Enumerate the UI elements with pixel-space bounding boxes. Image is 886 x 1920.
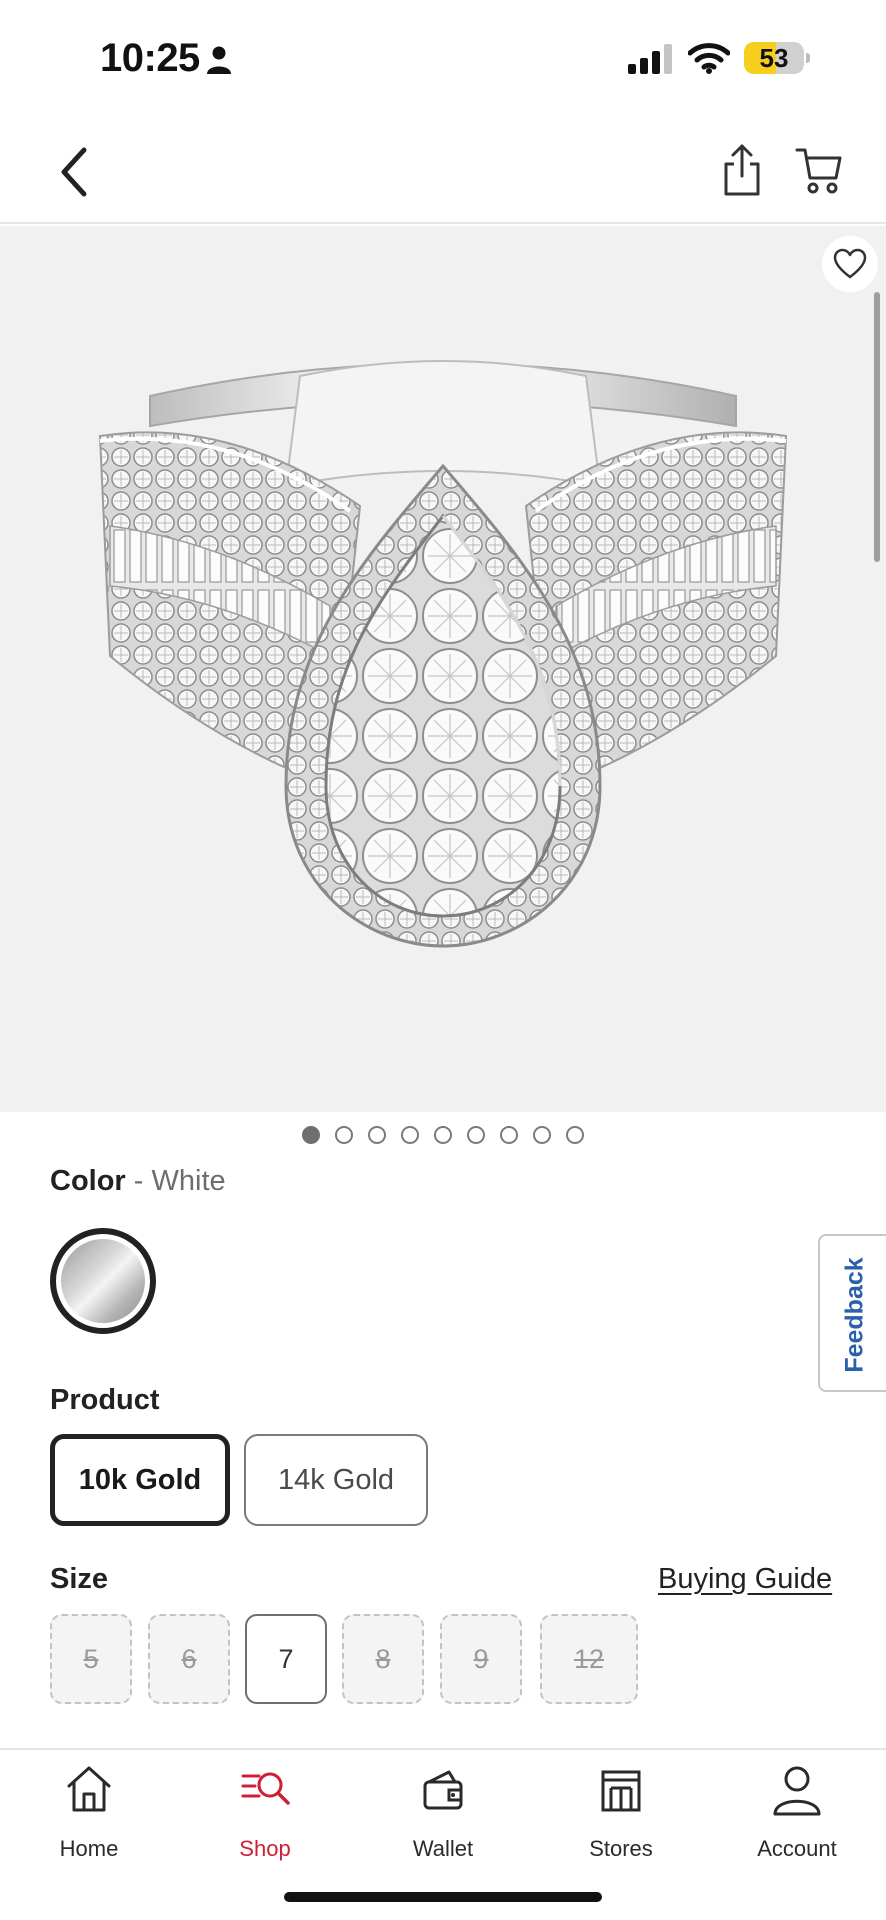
tab-wallet-label: Wallet — [412, 1836, 474, 1861]
wifi-icon — [688, 43, 730, 74]
tab-account[interactable]: Account — [732, 1764, 862, 1874]
tab-wallet[interactable]: Wallet — [378, 1764, 508, 1874]
account-icon — [773, 1766, 821, 1816]
tab-home-label: Home — [59, 1836, 119, 1861]
status-time: 10:25 — [100, 36, 200, 80]
gallery-dot[interactable] — [302, 1126, 320, 1144]
gallery-dot[interactable] — [368, 1126, 386, 1144]
product-image-gallery[interactable] — [0, 226, 886, 1112]
color-separator: - — [125, 1165, 152, 1197]
battery-cap — [806, 53, 810, 63]
nav-header — [0, 120, 886, 224]
size-option-9[interactable]: 9 — [440, 1614, 522, 1704]
feedback-label: Feedback — [840, 1257, 869, 1373]
size-option-6[interactable]: 6 — [148, 1614, 230, 1704]
store-icon — [601, 1770, 641, 1812]
share-button[interactable] — [720, 142, 764, 198]
gallery-dot[interactable] — [434, 1126, 452, 1144]
heart-outline-icon — [833, 248, 867, 279]
gallery-dot[interactable] — [401, 1126, 419, 1144]
buying-guide-link[interactable]: Buying Guide — [658, 1563, 832, 1596]
size-option-8[interactable]: 8 — [342, 1614, 424, 1704]
color-swatch-white[interactable] — [50, 1228, 156, 1334]
wishlist-button[interactable] — [822, 236, 878, 292]
size-option-7[interactable]: 7 — [245, 1614, 327, 1704]
cart-button[interactable] — [794, 144, 844, 196]
product-option-10k-gold[interactable]: 10k Gold — [50, 1434, 230, 1526]
color-label-title: Color — [50, 1165, 126, 1197]
ring-product-image — [98, 360, 788, 948]
gallery-dot[interactable] — [500, 1126, 518, 1144]
gallery-dot[interactable] — [566, 1126, 584, 1144]
tab-shop[interactable]: Shop — [200, 1764, 330, 1874]
size-option-5[interactable]: 5 — [50, 1614, 132, 1704]
share-icon — [724, 144, 760, 196]
home-indicator — [284, 1892, 602, 1902]
tab-home[interactable]: Home — [24, 1764, 154, 1874]
color-label: Color - White — [50, 1165, 226, 1198]
size-option-12[interactable]: 12 — [540, 1614, 638, 1704]
gallery-dot[interactable] — [467, 1126, 485, 1144]
wallet-icon — [423, 1770, 463, 1810]
tab-account-label: Account — [757, 1836, 837, 1861]
battery-body: 53 — [744, 42, 804, 74]
home-icon — [67, 1766, 111, 1812]
back-button[interactable] — [50, 142, 100, 202]
status-bar: 10:25 53 — [0, 0, 886, 120]
tab-stores-label: Stores — [589, 1836, 653, 1861]
gallery-dot[interactable] — [335, 1126, 353, 1144]
shop-search-icon — [241, 1772, 290, 1805]
tab-shop-label: Shop — [239, 1836, 291, 1861]
color-selected-value: White — [151, 1165, 226, 1197]
gallery-dot[interactable] — [533, 1126, 551, 1144]
tab-stores[interactable]: Stores — [556, 1764, 686, 1874]
battery-level: 53 — [759, 43, 789, 73]
product-detail-screen: 10:25 53 Color - White Feedback Product … — [0, 0, 886, 1920]
chevron-left-icon — [61, 147, 87, 197]
feedback-tab[interactable]: Feedback — [818, 1234, 886, 1392]
product-option-14k-gold[interactable]: 14k Gold — [244, 1434, 428, 1526]
signal-icon — [628, 44, 672, 74]
battery-icon: 53 — [744, 42, 810, 74]
cart-icon — [795, 148, 842, 194]
gallery-scrollbar[interactable] — [874, 292, 880, 562]
swatch-metal-fill — [61, 1239, 145, 1323]
person-icon — [207, 46, 231, 74]
size-label: Size — [50, 1563, 109, 1595]
gallery-pagination-dots — [0, 1126, 886, 1146]
product-label: Product — [50, 1384, 160, 1416]
